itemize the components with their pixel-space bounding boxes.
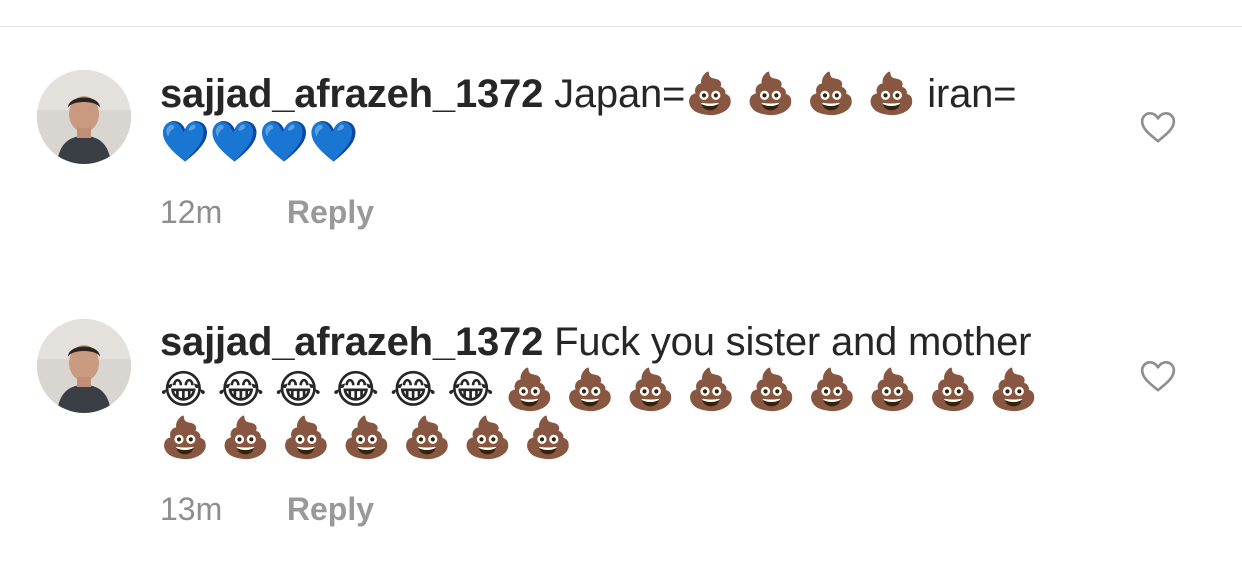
heart-outline-icon[interactable] bbox=[1138, 107, 1178, 147]
comment-body: sajjad_afrazeh_1372 Fuck you sister and … bbox=[160, 318, 1040, 462]
comment-meta: 13m Reply bbox=[160, 491, 374, 528]
avatar[interactable] bbox=[37, 70, 131, 164]
avatar-photo bbox=[37, 319, 131, 413]
comment-body: sajjad_afrazeh_1372 Japan=💩 💩 💩 💩 iran= … bbox=[160, 70, 1060, 166]
reply-button[interactable]: Reply bbox=[287, 491, 374, 527]
avatar-photo bbox=[37, 70, 131, 164]
top-divider bbox=[0, 26, 1242, 27]
heart-outline-icon[interactable] bbox=[1138, 356, 1178, 396]
comment-timestamp: 12m bbox=[160, 194, 223, 230]
comment-meta: 12m Reply bbox=[160, 194, 374, 231]
avatar[interactable] bbox=[37, 319, 131, 413]
reply-button[interactable]: Reply bbox=[287, 194, 374, 230]
comment-username[interactable]: sajjad_afrazeh_1372 bbox=[160, 72, 543, 116]
comment-username[interactable]: sajjad_afrazeh_1372 bbox=[160, 320, 543, 364]
comment-timestamp: 13m bbox=[160, 491, 223, 527]
